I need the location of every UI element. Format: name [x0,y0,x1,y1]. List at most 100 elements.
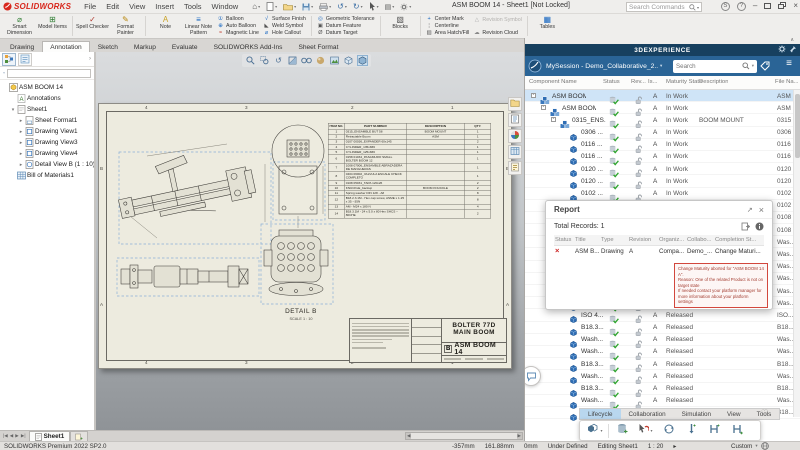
close-button[interactable]: × [793,1,798,11]
tab-sketch[interactable]: Sketch [90,41,126,52]
menu-view[interactable]: View [124,2,150,11]
balloon-button[interactable]: ①Balloon [217,16,259,23]
menu-window[interactable]: Window [207,2,244,11]
datum-target-button[interactable]: ØDatum Target [317,29,375,36]
geometric-tolerance-button[interactable]: ◎Geometric Tolerance [317,16,375,23]
column-header-description[interactable]: Description [699,79,728,85]
tag-icon[interactable] [760,61,770,71]
appearances-tab[interactable] [508,145,522,159]
component-row[interactable]: 0120 ...AIn Work0120 [525,163,800,175]
area-hatch-button[interactable]: ▨Area Hatch/Fill [426,29,470,36]
component-row[interactable]: -ASM BOOM 14AIn WorkASM [525,90,800,102]
update-sync-button[interactable] [657,422,680,439]
component-row[interactable]: 0306 ...AIn Work0306 [525,127,800,139]
column-header-component-name[interactable]: Component Name [529,79,577,85]
report-row[interactable]: ×ASM B...DrawingACompa...Demo_...Change … [554,246,764,257]
tree-item[interactable]: ▸Drawing View1 [0,126,94,137]
resources-icon[interactable]: S [721,2,730,11]
horizontal-scrollbar[interactable]: ◀▶ [405,432,523,440]
component-row[interactable]: 0120 ...AIn Work0120 [525,175,800,187]
component-row[interactable]: B18.3...AReleasedB18... [525,358,800,370]
component-row[interactable]: 0102 ...AIn Work0102 [525,188,800,200]
spell-checker-button[interactable]: ✓Spell Checker [76,14,109,38]
panel-search-input[interactable] [676,63,722,70]
view-orientation-icon[interactable] [343,55,354,66]
menu-file[interactable]: File [79,2,101,11]
save-icon[interactable]: ▾ [302,3,313,11]
column-header-status[interactable]: Status [603,79,620,85]
center-mark-button[interactable]: +Center Mark [426,16,470,23]
select-icon[interactable]: ▾ [369,2,379,11]
datum-feature-button[interactable]: ▣Datum Feature [317,23,375,30]
component-row[interactable]: 0116 ...AIn Work0116 [525,139,800,151]
drawing-view3[interactable] [117,258,259,296]
command-search[interactable]: Search Commands ▾ [626,2,702,12]
undo-icon[interactable]: ↺▾ [337,2,347,11]
previous-view-icon[interactable]: ↺ [273,55,284,66]
sheet-tab[interactable]: Sheet1 [29,431,71,441]
tree-filter-input[interactable] [7,69,91,78]
tree-item[interactable]: ▸Drawing View4 [0,148,94,159]
tables-button[interactable]: ▦Tables [531,14,564,38]
tab-sheet-format[interactable]: Sheet Format [290,41,346,52]
tab-annotation[interactable]: Annotation [42,41,90,52]
component-row[interactable]: -0315_ENS...AIn WorkBOOM MOUNT0315 [525,114,800,126]
tab-evaluate[interactable]: Evaluate [164,41,206,52]
format-painter-button[interactable]: ✎Format Painter [109,14,142,38]
component-row[interactable]: 0116 ...AIn Work0116 [525,151,800,163]
blocks-button[interactable]: ▧Blocks [384,14,417,38]
gear-icon[interactable] [778,45,786,53]
cascade-button[interactable] [778,4,784,9]
auto-balloon-button[interactable]: ⊕Auto Balloon [217,23,259,30]
hide-show-icon[interactable] [301,55,312,66]
panel-flyout-arrow[interactable]: › [89,56,91,62]
tree-item[interactable]: ▸Detail View B (1 : 10) [0,159,94,170]
replace-component-button[interactable] [726,422,749,439]
export-icon[interactable] [741,222,750,231]
revision-cloud-button[interactable]: ☁Revision Cloud [473,29,521,36]
expander-icon[interactable]: - [531,93,536,98]
zoom-fit-icon[interactable] [245,55,256,66]
pin-icon[interactable] [789,45,797,53]
component-row[interactable]: Wash...AReleasedWas... [525,334,800,346]
globe-icon[interactable] [761,442,769,450]
column-header-file-na-[interactable]: File Na... [775,79,799,85]
tab-lifecycle[interactable]: Lifecycle [580,409,621,419]
menu-tools[interactable]: Tools [179,2,207,11]
drawing-view4[interactable] [272,125,325,228]
chevron-down-icon[interactable]: ▾ [697,5,699,10]
database-save-button[interactable] [611,422,634,439]
chevron-down-icon[interactable]: ▾ [752,63,754,69]
sheet-nav-arrows[interactable]: |◀◀▶▶| [3,433,26,439]
property-manager-tab[interactable] [18,53,32,66]
panel-search[interactable]: ▾ [673,60,757,73]
scrollbar-thumb[interactable] [795,94,800,158]
collapse-icon[interactable]: ∧ [790,38,794,43]
search-icon[interactable] [742,62,750,70]
chevron-down-icon[interactable]: ▾ [755,443,757,449]
column-header-maturity-state[interactable]: Maturity State [666,79,702,85]
detail-view-b[interactable] [261,224,333,304]
custom-properties-tab[interactable] [508,161,522,175]
bom-table[interactable]: ITEM NO.PART NUMBERDESCRIPTIONQTY.10315_… [328,123,410,218]
insert-component-button[interactable] [680,422,703,439]
view-palette-tab[interactable] [508,129,522,143]
tab-drawing[interactable]: Drawing [2,41,42,52]
tree-item[interactable]: Bill of Materials1 [0,170,94,181]
print-icon[interactable]: ▾ [319,3,331,11]
help-icon[interactable]: ? [737,2,746,11]
tree-item[interactable]: ▸Sheet Format1 [0,115,94,126]
expander-icon[interactable]: - [551,117,556,122]
centerline-button[interactable]: ¦Centerline [426,23,470,30]
component-row[interactable]: Wash...AReleasedWas... [525,395,800,407]
file-explorer-tab[interactable] [508,113,522,127]
info-icon[interactable] [755,222,764,231]
component-row[interactable]: Wash...AReleasedWas... [525,370,800,382]
edit-appearance-icon[interactable] [315,55,326,66]
favorites-heart-icon[interactable]: ♡ [761,408,768,417]
tree-item[interactable]: AAnnotations [0,93,94,104]
featuremanager-tree-tab[interactable] [2,53,16,66]
close-icon[interactable]: × [759,206,764,214]
surface-finish-button[interactable]: √Surface Finish [263,16,306,23]
tab-simulation[interactable]: Simulation [674,409,719,419]
